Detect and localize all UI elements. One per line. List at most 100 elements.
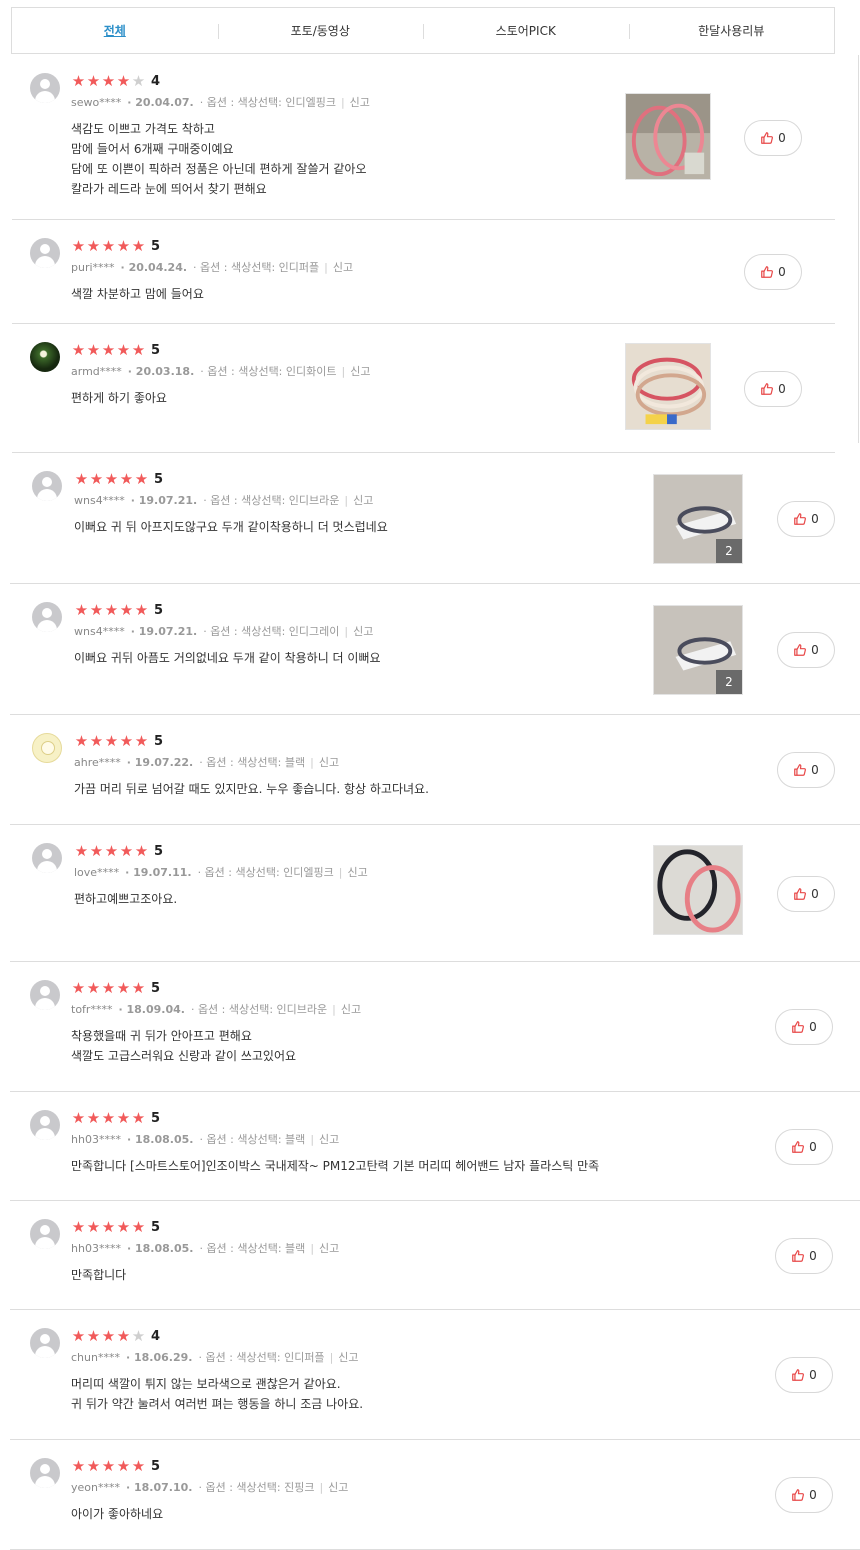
report-link[interactable]: 신고 [348,866,368,879]
star-icon: ★ [131,1218,146,1236]
review-photo-thumbnail[interactable] [625,93,711,180]
rating-score: 5 [151,1110,161,1126]
star-icon: ★ [101,979,116,997]
review-text-line: 만족합니다 [71,1268,127,1282]
review-text: 색감도 이쁘고 가격도 착하고 맘에 들어서 6개째 구매중이예요 담에 또 이쁜이… [71,119,366,199]
star-icon: ★ [86,1109,101,1127]
review-photo-thumbnail[interactable]: 2 [653,605,743,695]
like-count: 0 [778,130,786,145]
avatar [30,342,60,372]
review-photo-thumbnail[interactable]: 2 [653,474,743,564]
avatar [30,73,60,103]
star-icon: ★ [119,470,134,488]
review-text-line: 이뻐요 귀뒤 아픔도 거의없네요 두개 같이 착용하니 더 이뻐요 [74,651,381,665]
like-button[interactable]: 0 [775,1357,833,1393]
review-meta: yeon**** · 18.07.10. · 옵션 : 색상선택: 진핑크 | 신고 [71,1481,349,1494]
report-link[interactable]: 신고 [353,625,373,638]
star-rating: ★ ★ ★ ★ ★ 5 [71,1110,160,1126]
thumbs-up-icon [793,763,811,777]
report-link[interactable]: 신고 [350,365,370,378]
avatar [30,1458,60,1488]
review-option: · 옵션 : 색상선택: 인디엘핑크 [197,866,334,879]
star-icon: ★ [71,1109,86,1127]
review-date: · 20.04.24. [120,261,188,274]
tab-all[interactable]: 전체 [12,8,218,53]
review-option: · 옵션 : 색상선택: 인디퍼플 [198,1351,325,1364]
report-link[interactable]: 신고 [319,756,339,769]
rating-score: 4 [151,1328,161,1344]
tab-photo-video[interactable]: 포토/동영상 [217,8,424,53]
star-icon: ★ [131,1457,146,1475]
rating-score: 5 [151,238,161,254]
like-button[interactable]: 0 [777,500,835,537]
tab-store-pick[interactable]: 스토어PICK [423,8,629,53]
star-icon: ★ [86,341,101,359]
review-text: 이뻐요 귀뒤 아픔도 거의없네요 두개 같이 착용하니 더 이뻐요 [74,648,381,668]
reviewer-id: sewo**** [71,96,122,109]
like-button[interactable]: 0 [775,1477,833,1513]
review-option: · 옵션 : 색상선택: 블랙 [199,1133,306,1146]
star-rating: ★ ★ ★ ★ ★ 5 [71,342,160,358]
review-option: · 옵션 : 색상선택: 인디화이트 [200,365,337,378]
star-rating: ★ ★ ★ ★ ★ 5 [74,733,163,749]
like-button[interactable]: 0 [744,119,802,156]
star-icon: ★ [134,470,149,488]
review-text-line: 아이가 좋아하네요 [71,1507,164,1521]
like-button[interactable]: 0 [775,1237,833,1274]
report-link[interactable]: 신고 [350,96,370,109]
star-icon: ★ [86,1218,101,1236]
like-button[interactable]: 0 [744,370,802,407]
review-text: 만족합니다 [스마트스토어]인조이박스 국내제작~ PM12고탄력 기본 머리띠… [71,1156,599,1176]
star-icon: ★ [71,72,86,90]
review-option: · 옵션 : 색상선택: 블랙 [199,1242,306,1255]
review-meta: ahre**** · 19.07.22. · 옵션 : 색상선택: 블랙 | 신고 [74,756,340,769]
report-link[interactable]: 신고 [333,261,353,274]
like-button[interactable]: 0 [777,875,835,912]
star-rating: ★ ★ ★ ★ ★ 5 [71,1219,160,1235]
review-meta: chun**** · 18.06.29. · 옵션 : 색상선택: 인디퍼플 | 신고 [71,1351,359,1364]
like-count: 0 [778,265,786,279]
review-text-line: 머리띠 색깔이 튀지 않는 보라색으로 괜찮은거 같아요. [71,1377,341,1391]
like-button[interactable]: 0 [777,752,835,788]
report-link[interactable]: 신고 [353,494,373,507]
avatar [30,1110,60,1140]
report-link[interactable]: 신고 [341,1003,361,1016]
reviewer-id: ahre**** [74,756,121,769]
star-icon: ★ [134,601,149,619]
thumbs-up-icon [791,1140,809,1154]
report-link[interactable]: 신고 [319,1133,339,1146]
review-text: 이뻐요 귀 뒤 아프지도않구요 두개 같이착용하니 더 멋스럽네요 [74,517,388,537]
like-button[interactable]: 0 [775,1128,833,1165]
like-button[interactable]: 0 [777,631,835,668]
star-rating: ★ ★ ★ ★ ★ 5 [74,471,163,487]
review-text-line: 색깔 차분하고 맘에 들어요 [71,287,204,301]
star-icon: ★ [86,237,101,255]
like-button[interactable]: 0 [775,1009,833,1045]
review-date: · 18.06.29. [125,1351,193,1364]
report-link[interactable]: 신고 [319,1242,339,1255]
star-icon: ★ [71,341,86,359]
report-link[interactable]: 신고 [338,1351,358,1364]
review-date: · 20.03.18. [127,365,195,378]
star-icon: ★ [131,1109,146,1127]
star-icon: ★ [86,1457,101,1475]
reviewer-id: armd**** [71,365,122,378]
review-photo-thumbnail[interactable] [653,845,743,935]
thumbs-up-icon [760,131,778,145]
star-rating: ★ ★ ★ ★ ★ 5 [71,238,160,254]
like-button[interactable]: 0 [744,254,802,290]
rating-score: 5 [151,1458,161,1474]
avatar [32,602,62,632]
star-icon: ★ [104,470,119,488]
tab-monthly-review[interactable]: 한달사용리뷰 [628,8,835,53]
report-link[interactable]: 신고 [328,1481,348,1494]
review-filter-tabs: 전체 포토/동영상 스토어PICK 한달사용리뷰 [11,7,835,54]
star-icon: ★ [71,1327,86,1345]
like-count: 0 [809,1488,817,1502]
review-option: · 옵션 : 색상선택: 진핑크 [198,1481,315,1494]
reviewer-id: wns4**** [74,494,125,507]
thumbs-up-icon [760,382,778,396]
review-photo-thumbnail[interactable] [625,343,711,430]
star-rating: ★ ★ ★ ★ ★ 4 [71,73,160,89]
star-icon: ★ [71,1218,86,1236]
